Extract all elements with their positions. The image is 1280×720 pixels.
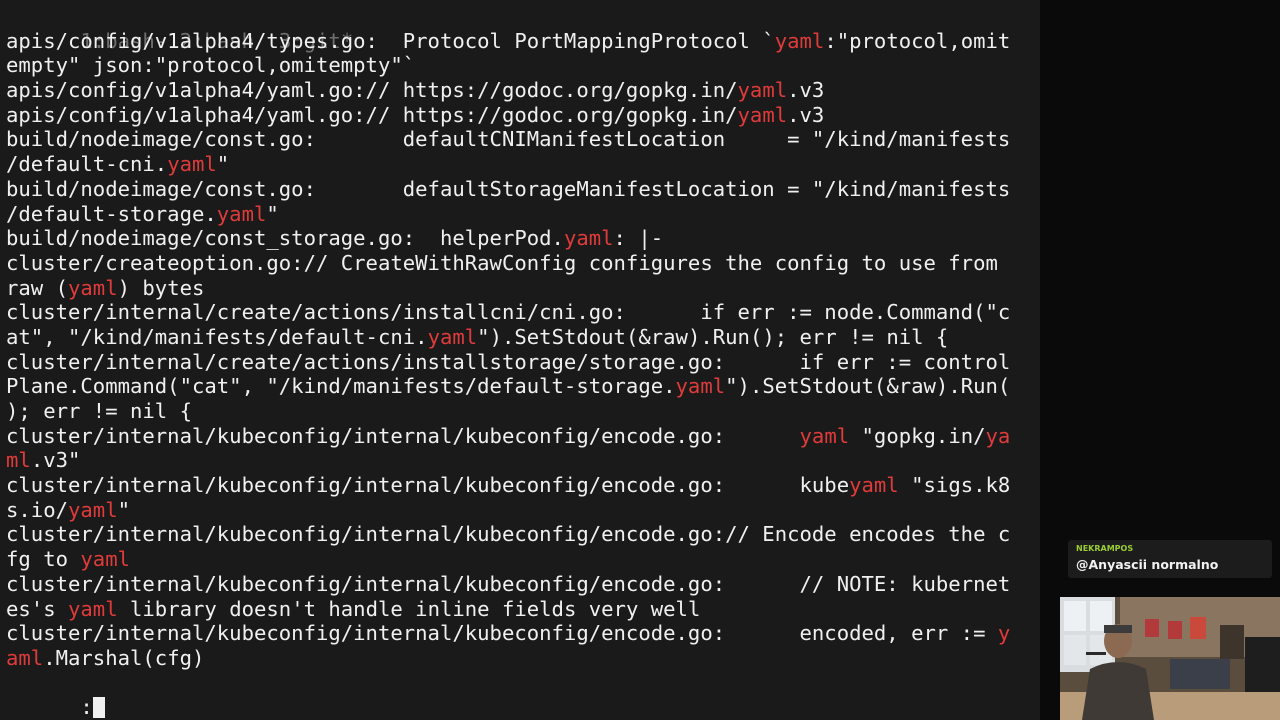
line-text: es's [6, 596, 68, 621]
line-text: cluster/internal/kubeconfig/internal/kub… [6, 473, 850, 498]
terminal-line: cluster/internal/kubeconfig/internal/kub… [6, 424, 1040, 449]
terminal-line: aml.Marshal(cfg) [6, 646, 1040, 671]
line-text: ) bytes [117, 275, 205, 300]
line-text: " [117, 497, 131, 522]
match-highlight: yaml [563, 226, 614, 251]
terminal-line: cluster/internal/create/actions/installs… [6, 350, 1040, 375]
tmux-tab-bar: 1:bash- 2:bash 3:git* [6, 4, 1040, 53]
match-highlight: aml [6, 645, 44, 670]
line-text: .v3 [787, 102, 825, 127]
match-highlight: yaml [68, 497, 118, 522]
line-text: empty" json:"protocol,omitempty"` [6, 53, 416, 78]
chat-message-text: @Anyascii normalno [1076, 557, 1219, 572]
terminal-line: es's yaml library doesn't handle inline … [6, 597, 1040, 622]
pager-prompt: : [80, 695, 93, 720]
terminal-output: apis/config/v1alpha4/types.go: Protocol … [6, 29, 1040, 671]
match-highlight: yaml [737, 102, 788, 127]
terminal-line: s.io/yaml" [6, 498, 1040, 523]
line-text: .v3" [30, 448, 81, 473]
line-text: apis/config/v1alpha4/yaml.go:// https://… [6, 102, 738, 127]
text-cursor [92, 697, 105, 719]
terminal-line: ); err != nil { [6, 399, 1040, 424]
terminal-line: /default-cni.yaml" [6, 152, 1040, 177]
screen: 1:bash- 2:bash 3:git* apis/config/v1alph… [0, 0, 1280, 720]
line-text: cluster/createoption.go:// CreateWithRaw… [6, 250, 998, 275]
match-highlight: yaml [737, 78, 788, 103]
pager-prompt-line[interactable]: : [6, 671, 1040, 719]
match-highlight: y [997, 621, 1011, 646]
line-text: apis/config/v1alpha4/yaml.go:// https://… [6, 78, 738, 103]
match-highlight: ml [6, 448, 31, 473]
line-text: cluster/internal/kubeconfig/internal/kub… [6, 522, 1011, 547]
terminal-line: fg to yaml [6, 547, 1040, 572]
match-highlight: yaml [849, 473, 899, 498]
webcam-scene [1060, 597, 1280, 720]
terminal-line: build/nodeimage/const.go: defaultCNIMani… [6, 127, 1040, 152]
terminal-line: cluster/internal/kubeconfig/internal/kub… [6, 621, 1040, 646]
terminal-line: cluster/internal/create/actions/installc… [6, 300, 1040, 325]
terminal-line: build/nodeimage/const_storage.go: helper… [6, 226, 1040, 251]
terminal-line: Plane.Command("cat", "/kind/manifests/de… [6, 374, 1040, 399]
line-text: " [216, 152, 230, 177]
terminal-line: apis/config/v1alpha4/yaml.go:// https://… [6, 103, 1040, 128]
terminal-line: empty" json:"protocol,omitempty"` [6, 53, 1040, 78]
line-text: library doesn't handle inline fields ver… [117, 596, 701, 621]
line-text: .Marshal(cfg) [43, 645, 205, 670]
terminal-line: /default-storage.yaml" [6, 202, 1040, 227]
match-highlight: yaml [68, 596, 118, 621]
line-text: Plane.Command("cat", "/kind/manifests/de… [6, 374, 676, 399]
chat-message: NEKRAMPOS @Anyascii normalno [1068, 540, 1272, 578]
line-text: ").SetStdout(&raw).Run( [725, 374, 1011, 399]
match-highlight: yaml [675, 374, 726, 399]
terminal-line: at", "/kind/manifests/default-cni.yaml")… [6, 325, 1040, 350]
match-highlight: yaml [799, 423, 850, 448]
webcam-icon [1060, 597, 1280, 720]
match-highlight: yaml [68, 275, 118, 300]
line-text: fg to [6, 547, 81, 572]
line-text: "sigs.k8 [898, 473, 1011, 498]
line-text: " [266, 201, 279, 226]
line-text: /default-cni. [6, 152, 168, 177]
line-text: .v3 [787, 78, 825, 103]
terminal-line: cluster/internal/kubeconfig/internal/kub… [6, 473, 1040, 498]
line-text: : |- [613, 226, 664, 251]
line-text: cluster/internal/kubeconfig/internal/kub… [6, 571, 1011, 596]
line-text: s.io/ [6, 497, 68, 522]
line-text: :"protocol,omit [824, 28, 1011, 53]
match-highlight: yaml [427, 324, 478, 349]
line-text: /default-storage. [6, 201, 217, 226]
line-text: cluster/internal/create/actions/installs… [6, 349, 1011, 374]
match-highlight: yaml [216, 201, 267, 226]
terminal-line: cluster/internal/kubeconfig/internal/kub… [6, 572, 1040, 597]
line-text: apis/config/v1alpha4/types.go: Protocol … [6, 28, 775, 53]
line-text: build/nodeimage/const.go: defaultStorage… [6, 176, 1011, 201]
line-text: build/nodeimage/const.go: defaultCNIMani… [6, 127, 1011, 152]
line-text: build/nodeimage/const_storage.go: helper… [6, 226, 564, 251]
line-text: raw ( [6, 275, 68, 300]
line-text: cluster/internal/kubeconfig/internal/kub… [6, 423, 800, 448]
terminal-line: raw (yaml) bytes [6, 276, 1040, 301]
match-highlight: ya [985, 423, 1011, 448]
match-highlight: yaml [774, 28, 825, 53]
terminal-line: apis/config/v1alpha4/types.go: Protocol … [6, 29, 1040, 54]
line-text: at", "/kind/manifests/default-cni. [6, 324, 428, 349]
line-text: cluster/internal/kubeconfig/internal/kub… [6, 621, 998, 646]
line-text: cluster/internal/create/actions/installc… [6, 300, 1011, 325]
line-text: ); err != nil { [6, 399, 192, 423]
line-text: ").SetStdout(&raw).Run(); err != nil { [477, 324, 949, 349]
terminal-window[interactable]: 1:bash- 2:bash 3:git* apis/config/v1alph… [0, 0, 1040, 720]
terminal-line: apis/config/v1alpha4/yaml.go:// https://… [6, 78, 1040, 103]
terminal-line: cluster/createoption.go:// CreateWithRaw… [6, 251, 1040, 276]
terminal-line: cluster/internal/kubeconfig/internal/kub… [6, 522, 1040, 547]
match-highlight: yaml [167, 152, 217, 177]
terminal-line: ml.v3" [6, 448, 1040, 473]
match-highlight: yaml [80, 547, 131, 572]
line-text: "gopkg.in/ [849, 423, 986, 448]
terminal-line: build/nodeimage/const.go: defaultStorage… [6, 177, 1040, 202]
chat-username: NEKRAMPOS [1076, 544, 1134, 553]
